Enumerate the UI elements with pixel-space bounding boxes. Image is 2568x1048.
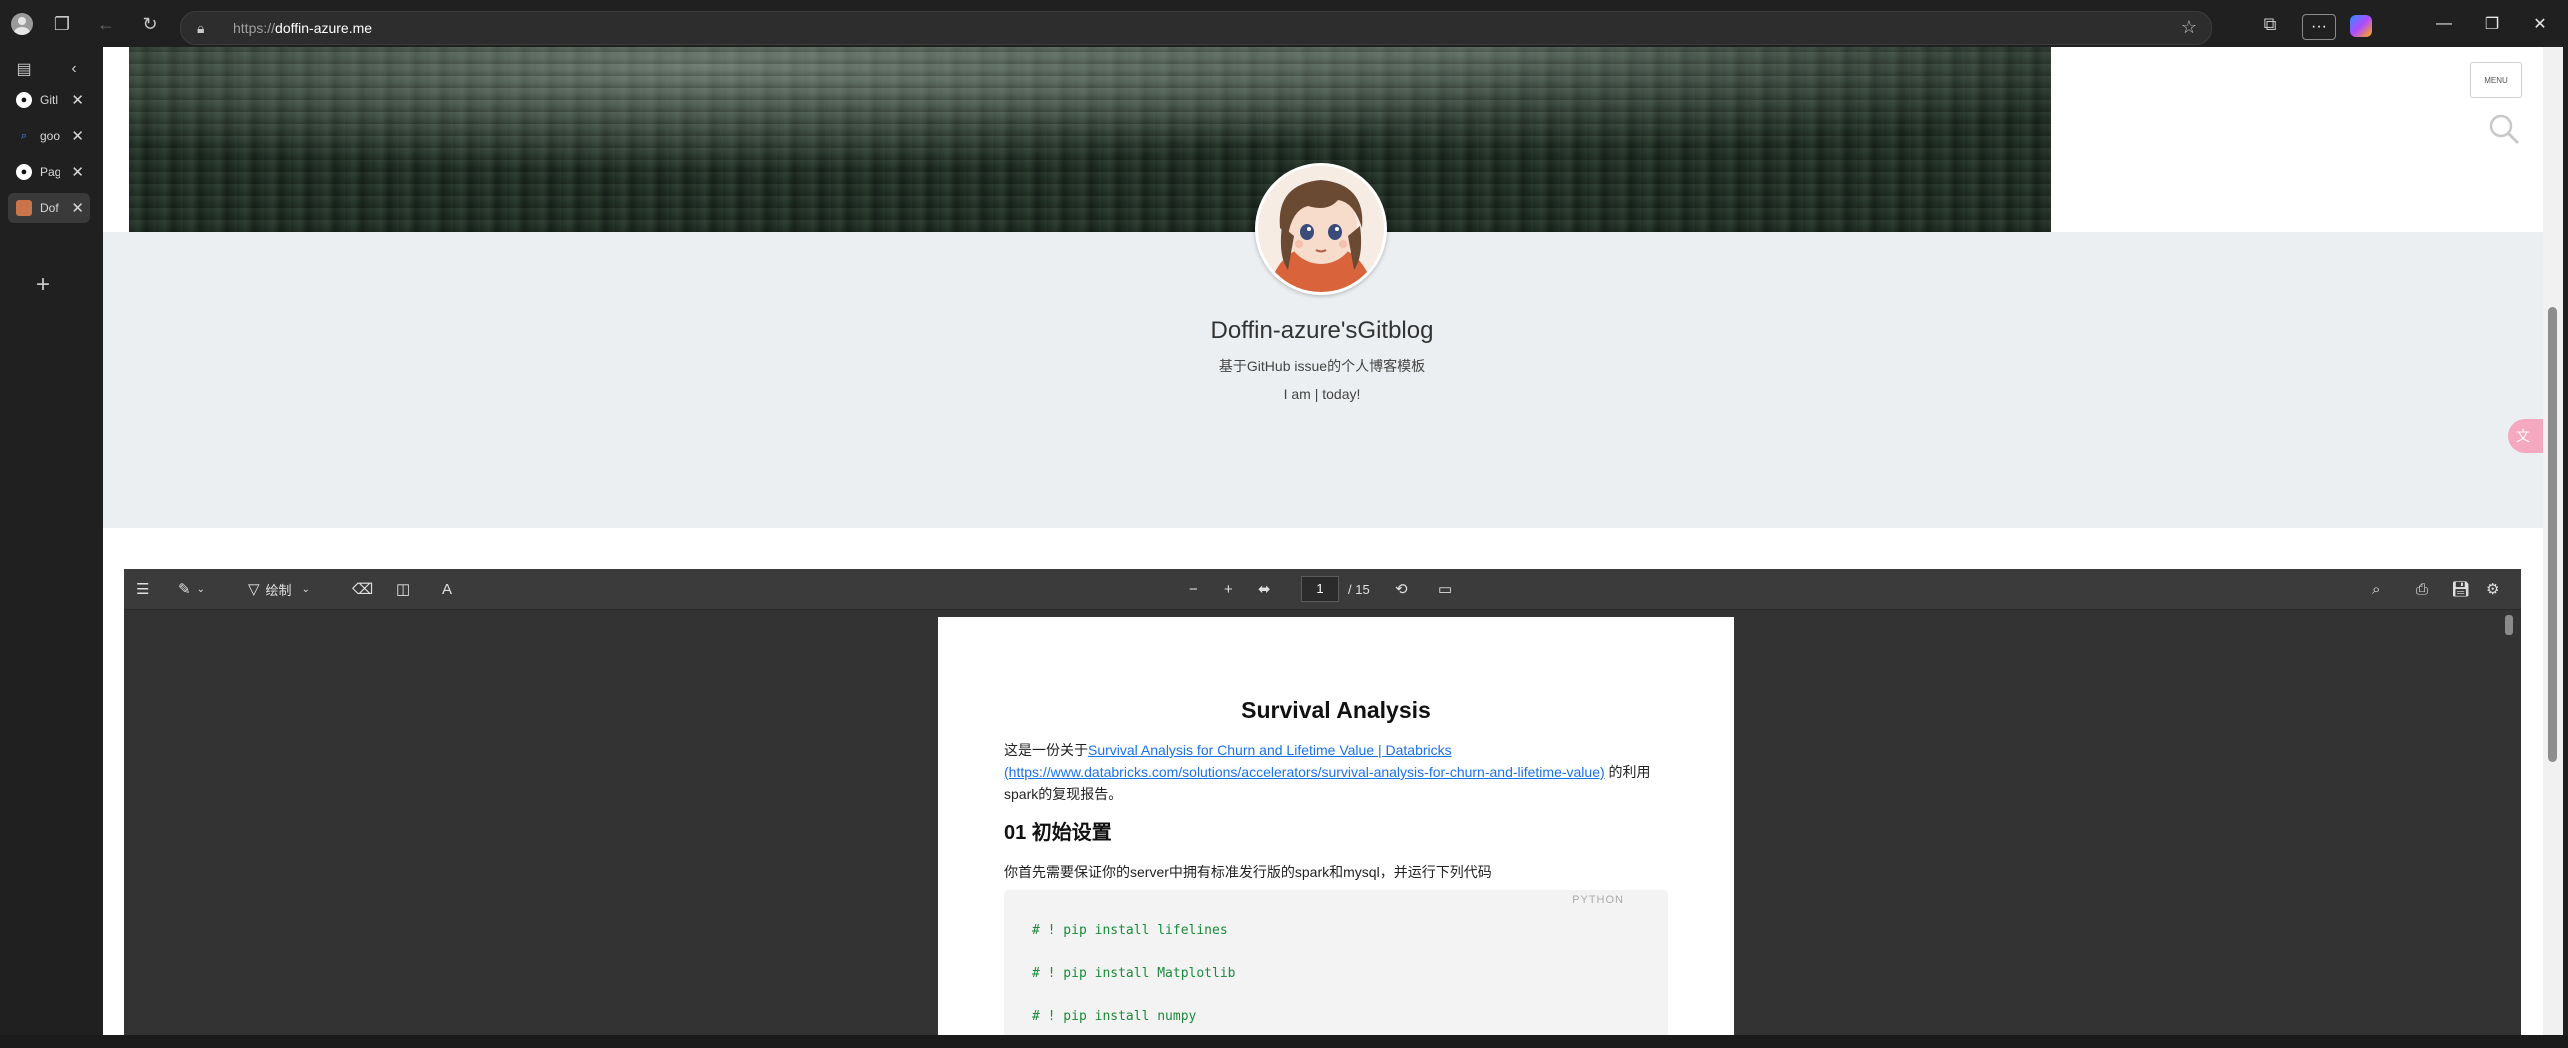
search-icon[interactable] [2487,112,2521,146]
blog-title[interactable]: Doffin-azure'sGitblog [103,317,2541,345]
address-bar[interactable]: 🔒︎ https:// doffin-azure.me ☆ [180,11,2212,45]
tab-close-icon[interactable]: ✕ [71,199,84,217]
header-banner-image [129,47,2051,232]
draw-button[interactable]: ▽ 绘制 ⌄ [248,577,310,601]
tab-pages[interactable]: ● Pag ✕ [8,157,90,187]
extensions-icon[interactable]: ⧉ [2256,10,2284,38]
close-window-button[interactable]: ✕ [2516,10,2564,38]
tab-google[interactable]: ⌕ goo ✕ [8,121,90,151]
code-line: # ! pip install lifelines [1032,923,1228,938]
databricks-link[interactable]: Survival Analysis for Churn and Lifetime… [1004,742,1605,780]
contents-icon[interactable]: ☰ [136,577,149,601]
menu-button[interactable]: MENU [2470,62,2522,98]
read-aloud-icon[interactable]: A [442,577,452,601]
highlight-icon[interactable]: ✎ ⌄ [178,577,205,601]
draw-icon: ▽ [248,581,260,598]
intro-paragraph: 这是一份关于Survival Analysis for Churn and Li… [1004,739,1684,805]
code-language: PYTHON [1572,894,1624,906]
save-icon[interactable]: 💾︎ [2451,577,2470,601]
draw-label: 绘制 [265,582,292,598]
setup-paragraph: 你首先需要保证你的server中拥有标准发行版的spark和mysql，并运行下… [1004,864,1492,880]
lock-icon: 🔒︎ [197,19,205,36]
scrollbar-thumb[interactable] [2548,307,2557,762]
copilot-icon[interactable] [2350,15,2372,37]
zoom-in-button[interactable]: + [1224,577,1233,601]
back-button[interactable]: ← [92,10,120,38]
code-block: PYTHON # ! pip install lifelines # ! pip… [1004,890,1668,1035]
web-content: Doffin-azure'sGitblog 基于GitHub issue的个人博… [103,47,2543,1035]
code-line: # ! pip install Matplotlib [1032,966,1236,981]
text-view-icon[interactable]: ◫ [396,577,410,601]
tab-title: goo [40,129,60,143]
profile-button[interactable] [8,10,36,38]
eraser-icon[interactable]: ⌫ [352,577,373,601]
search-icon[interactable]: ⌕ [2372,577,2380,601]
zoom-out-button[interactable]: − [1189,577,1198,601]
code-line: # ! pip install numpy [1032,1009,1197,1024]
pdf-toolbar: ☰ ✎ ⌄ ▽ 绘制 ⌄ ⌫ ◫ A − + ⬌ 1 / 15 ⟲ ▭ ⌕ ⎙ … [124,569,2521,610]
fit-page-icon[interactable]: ⬌ [1258,577,1271,601]
favorite-star-icon[interactable]: ☆ [2181,17,2197,38]
url-scheme: https:// [233,20,276,36]
tab-title: Pag [40,165,60,179]
profile-icon [11,13,33,35]
translate-icon[interactable]: 文 [2508,419,2543,453]
intro-prefix: 这是一份关于 [1004,742,1088,758]
chevron-down-icon: ⌄ [301,583,310,595]
github-icon: ● [16,92,32,108]
blog-description: 基于GitHub issue的个人博客模板 [1218,358,1426,374]
pdf-viewer: ☰ ✎ ⌄ ▽ 绘制 ⌄ ⌫ ◫ A − + ⬌ 1 / 15 ⟲ ▭ ⌕ ⎙ … [124,569,2521,1035]
tab-github[interactable]: ● Gitl ✕ [8,85,90,115]
vertical-tabs-sidebar: ▤ ‹ ● Gitl ✕ ⌕ goo ✕ ● Pag ✕ Dof ✕ + [0,47,98,1048]
settings-gear-icon[interactable]: ⚙ [2486,577,2499,601]
collapse-sidebar-icon[interactable]: ‹ [60,55,88,83]
rotate-icon[interactable]: ⟲ [1395,577,1408,601]
workspaces-icon[interactable]: ❐ [48,10,76,38]
search-icon: ⌕ [20,129,28,142]
restore-button[interactable]: ❐ [2468,10,2516,38]
tab-title: Gitl [40,93,58,107]
tab-actions-icon[interactable]: ▤ [10,55,38,83]
more-menu-button[interactable]: ··· [2302,14,2336,40]
section-heading: 01 初始设置 [1004,822,1112,844]
page-view-icon[interactable]: ▭ [1438,577,1452,601]
page-total: / 15 [1348,582,1370,597]
avatar-icon [16,200,32,216]
pdf-page: Survival Analysis 这是一份关于Survival Analysi… [938,617,1734,1035]
page-number-input[interactable]: 1 [1301,576,1339,602]
new-tab-button[interactable]: + [36,271,50,299]
tab-close-icon[interactable]: ✕ [71,91,84,109]
taskbar-edge [0,1035,2568,1048]
url-host: doffin-azure.me [275,20,373,36]
github-icon: ● [16,164,32,180]
tab-title: Dof [40,201,59,215]
tab-close-icon[interactable]: ✕ [71,163,84,181]
document-title: Survival Analysis [1241,697,1431,723]
page-scrollbar[interactable] [2543,47,2563,1035]
print-icon[interactable]: ⎙ [2416,577,2428,601]
tab-close-icon[interactable]: ✕ [71,127,84,145]
browser-toolbar: ❐ ← ↻ 🔒︎ https:// doffin-azure.me ☆ ⧉ ··… [0,0,2568,47]
pdf-scrollbar[interactable] [2505,615,2513,635]
minimize-button[interactable]: — [2420,10,2468,38]
blog-motto: I am | today! [1283,386,1361,402]
refresh-button[interactable]: ↻ [136,10,164,38]
tab-doffin-azure[interactable]: Dof ✕ [8,193,90,223]
blog-avatar[interactable] [1255,163,1387,295]
